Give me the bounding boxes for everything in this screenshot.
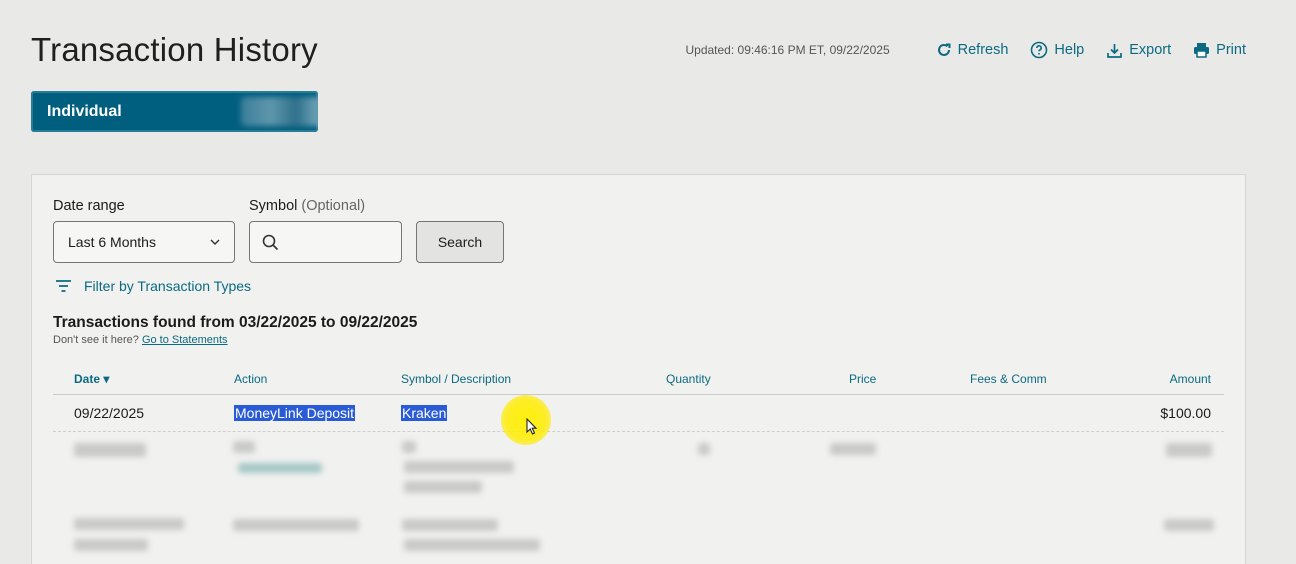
statements-hint: Don't see it here? Go to Statements	[53, 334, 228, 346]
date-range-select[interactable]: Last 6 Months	[53, 221, 235, 263]
transactions-card: Date range Symbol (Optional) Last 6 Mont…	[31, 174, 1246, 564]
results-summary: Transactions found from 03/22/2025 to 09…	[53, 314, 418, 331]
row-action: MoneyLink Deposit	[234, 405, 356, 421]
column-fees[interactable]: Fees & Comm	[970, 372, 1047, 386]
print-icon	[1194, 43, 1210, 58]
export-label: Export	[1129, 42, 1172, 58]
refresh-button[interactable]: Refresh	[936, 42, 1009, 58]
help-button[interactable]: Help	[1030, 41, 1084, 59]
date-range-value: Last 6 Months	[68, 234, 156, 250]
search-icon	[262, 234, 279, 250]
refresh-icon	[937, 43, 951, 56]
refresh-label: Refresh	[957, 42, 1009, 58]
symbol-input[interactable]	[249, 221, 402, 263]
column-quantity[interactable]: Quantity	[666, 372, 711, 386]
updated-timestamp: Updated: 09:46:16 PM ET, 09/22/2025	[685, 43, 890, 57]
filter-transaction-types-button[interactable]: Filter by Transaction Types	[56, 278, 251, 294]
column-date[interactable]: Date ▾	[74, 372, 109, 386]
mouse-cursor-icon	[526, 418, 538, 435]
help-label: Help	[1054, 42, 1085, 58]
row-amount: $100.00	[1160, 405, 1211, 421]
account-number-redacted	[241, 97, 318, 126]
row-date: 09/22/2025	[74, 405, 145, 421]
print-button[interactable]: Print	[1193, 42, 1246, 58]
table-header: Date ▾ Action Symbol / Description Quant…	[53, 367, 1224, 395]
go-to-statements-link[interactable]: Go to Statements	[142, 334, 228, 346]
symbol-optional-label: (Optional)	[301, 198, 366, 214]
header-actions: Updated: 09:46:16 PM ET, 09/22/2025 Refr…	[685, 40, 1246, 60]
account-type-label: Individual	[47, 102, 122, 120]
date-range-label: Date range	[53, 198, 125, 214]
column-amount[interactable]: Amount	[1170, 372, 1211, 386]
symbol-label: Symbol (Optional)	[249, 198, 366, 214]
export-icon	[1107, 43, 1123, 58]
search-button[interactable]: Search	[416, 221, 504, 263]
account-selector[interactable]: Individual	[31, 91, 318, 132]
page-title: Transaction History	[31, 31, 318, 68]
row-symbol: Kraken	[401, 405, 448, 421]
column-price[interactable]: Price	[849, 372, 876, 386]
print-label: Print	[1216, 42, 1246, 58]
chevron-down-icon	[210, 239, 220, 245]
help-icon	[1031, 41, 1048, 59]
column-action[interactable]: Action	[234, 372, 267, 386]
filter-icon	[56, 280, 71, 292]
filter-label: Filter by Transaction Types	[84, 278, 252, 294]
export-button[interactable]: Export	[1106, 42, 1171, 59]
table-row[interactable]: 09/22/2025 MoneyLink Deposit Kraken $100…	[53, 396, 1224, 432]
column-symbol[interactable]: Symbol / Description	[401, 372, 511, 386]
